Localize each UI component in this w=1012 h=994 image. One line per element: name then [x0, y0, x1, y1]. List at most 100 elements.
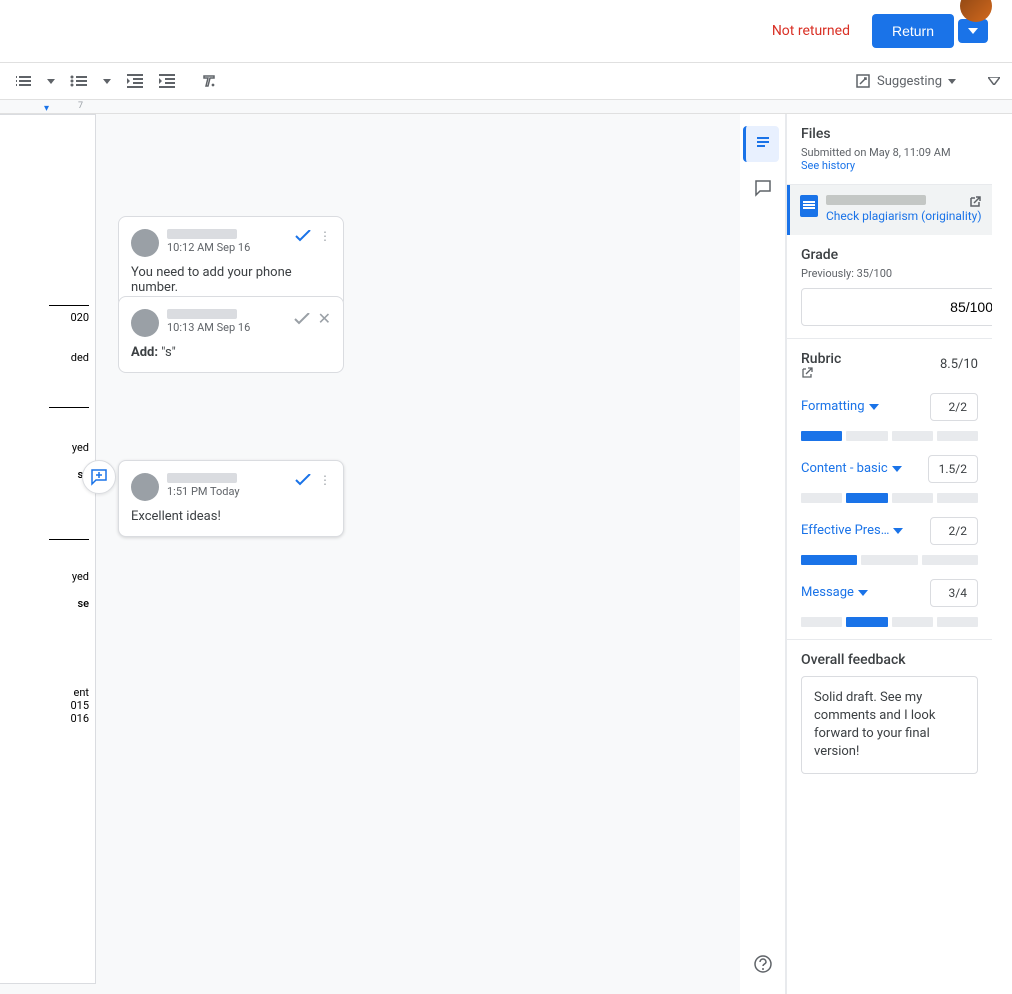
file-row[interactable]: Check plagiarism (originality) — [787, 185, 992, 235]
see-history-link[interactable]: See history — [801, 159, 978, 172]
doc-text: yed — [72, 441, 89, 455]
chevron-down-icon — [869, 404, 879, 410]
indent-marker[interactable]: ▾ — [44, 103, 49, 114]
expand-button[interactable] — [988, 77, 1000, 85]
commenter-name — [167, 309, 237, 319]
clear-formatting-button[interactable] — [194, 67, 224, 95]
criterion-segment[interactable] — [937, 493, 978, 503]
increase-indent-button[interactable] — [152, 67, 182, 95]
document-area[interactable]: 020 ded yed se yed se ent 015 016 10:12 … — [0, 114, 740, 994]
criterion-segment[interactable] — [892, 493, 933, 503]
numbered-list-button[interactable] — [8, 67, 38, 95]
resolve-icon[interactable] — [295, 474, 311, 486]
plagiarism-link[interactable]: Check plagiarism (originality) — [826, 209, 982, 225]
grade-previously: Previously: 35/100 — [801, 267, 978, 280]
chevron-down-icon — [858, 590, 868, 596]
grading-tab[interactable] — [743, 126, 779, 162]
criterion-segment[interactable] — [801, 617, 842, 627]
files-heading: Files — [801, 126, 978, 142]
rubric-heading: Rubric — [801, 351, 841, 367]
grade-heading: Grade — [801, 247, 978, 263]
grading-sidebar: Files Submitted on May 8, 11:09 AM See h… — [786, 114, 992, 994]
comment-card[interactable]: 1:51 PM Today ⋮ Excellent ideas! — [118, 460, 344, 537]
criterion-bar[interactable] — [801, 555, 978, 565]
comment-more-icon[interactable]: ⋮ — [319, 229, 331, 243]
criterion-label[interactable]: Effective Pres… — [801, 523, 903, 538]
criterion-segment[interactable] — [861, 555, 917, 565]
document-page[interactable]: 020 ded yed se yed se ent 015 016 — [0, 114, 96, 984]
criterion-score[interactable]: 2/2 — [930, 393, 978, 421]
criterion-score[interactable]: 3/4 — [930, 579, 978, 607]
feedback-textarea[interactable]: Solid draft. See my comments and I look … — [801, 676, 978, 775]
comments-tab[interactable] — [745, 170, 781, 206]
criterion-score[interactable]: 1.5/2 — [928, 455, 978, 483]
add-comment-button[interactable] — [82, 460, 116, 494]
criterion-segment[interactable] — [801, 555, 857, 565]
ruler-mark: 7 — [78, 101, 83, 111]
rubric-criterion: Message 3/4 — [801, 579, 978, 627]
criterion-label[interactable]: Content - basic — [801, 461, 902, 476]
resolve-icon[interactable] — [295, 230, 311, 242]
list-dropdown-2[interactable] — [96, 67, 118, 95]
comment-avatar — [131, 229, 159, 257]
side-tabstrip — [740, 114, 786, 994]
accept-icon[interactable] — [294, 313, 310, 325]
reject-icon[interactable]: ✕ — [318, 309, 331, 328]
comment-body: You need to add your phone number. — [131, 265, 331, 295]
open-external-icon[interactable] — [968, 195, 982, 209]
list-dropdown-1[interactable] — [40, 67, 62, 95]
commenter-name — [167, 473, 237, 483]
criterion-bar[interactable] — [801, 493, 978, 503]
top-bar: Not returned Return — [0, 0, 1012, 62]
help-icon[interactable] — [745, 946, 781, 982]
criterion-bar[interactable] — [801, 431, 978, 441]
submitted-time: Submitted on May 8, 11:09 AM — [801, 146, 978, 159]
grade-input[interactable] — [801, 288, 992, 326]
criterion-segment[interactable] — [937, 617, 978, 627]
chevron-down-icon — [893, 528, 903, 534]
criterion-segment[interactable] — [846, 431, 887, 441]
criterion-segment[interactable] — [846, 493, 887, 503]
doc-text: ded — [71, 351, 89, 365]
rubric-section: Rubric 8.5/10 Formatting 2/2Content - ba… — [787, 339, 992, 640]
rubric-criterion: Effective Pres… 2/2 — [801, 517, 978, 565]
criterion-segment[interactable] — [922, 555, 978, 565]
criterion-segment[interactable] — [801, 493, 842, 503]
feedback-heading: Overall feedback — [801, 652, 978, 668]
suggestion-body: Add: "s" — [131, 345, 331, 360]
criterion-label[interactable]: Message — [801, 585, 868, 600]
criterion-segment[interactable] — [892, 431, 933, 441]
file-name — [826, 195, 926, 205]
not-returned-label: Not returned — [772, 23, 850, 39]
criterion-segment[interactable] — [892, 617, 933, 627]
open-rubric-icon[interactable] — [801, 367, 847, 379]
rubric-criterion: Formatting 2/2 — [801, 393, 978, 441]
criterion-segment[interactable] — [937, 431, 978, 441]
comment-more-icon[interactable]: ⋮ — [319, 473, 331, 487]
doc-text: 020 — [70, 311, 89, 325]
return-button[interactable]: Return — [872, 14, 954, 48]
feedback-section: Overall feedback Solid draft. See my com… — [787, 640, 992, 787]
criterion-label[interactable]: Formatting — [801, 399, 879, 414]
grade-section: Grade Previously: 35/100 ⋮ — [787, 235, 992, 339]
criterion-segment[interactable] — [801, 431, 842, 441]
comment-time: 10:13 AM Sep 16 — [167, 321, 250, 334]
mode-selector[interactable]: Suggesting — [847, 69, 964, 93]
decrease-indent-button[interactable] — [120, 67, 150, 95]
criterion-score[interactable]: 2/2 — [930, 517, 978, 545]
ruler[interactable]: ▾ 7 — [0, 100, 1012, 114]
comment-avatar — [131, 473, 159, 501]
criterion-segment[interactable] — [846, 617, 887, 627]
doc-text: se — [77, 597, 89, 611]
comment-card[interactable]: 10:12 AM Sep 16 ⋮ You need to add your p… — [118, 216, 344, 308]
formatting-toolbar: Suggesting — [0, 62, 1012, 100]
files-section: Files Submitted on May 8, 11:09 AM See h… — [787, 114, 992, 185]
commenter-name — [167, 229, 237, 239]
comment-avatar — [131, 309, 159, 337]
doc-text: yed — [72, 570, 89, 584]
return-dropdown[interactable] — [958, 19, 988, 43]
bulleted-list-button[interactable] — [64, 67, 94, 95]
comment-body: Excellent ideas! — [131, 509, 331, 524]
criterion-bar[interactable] — [801, 617, 978, 627]
suggestion-card[interactable]: 10:13 AM Sep 16 ✕ Add: "s" — [118, 296, 344, 373]
